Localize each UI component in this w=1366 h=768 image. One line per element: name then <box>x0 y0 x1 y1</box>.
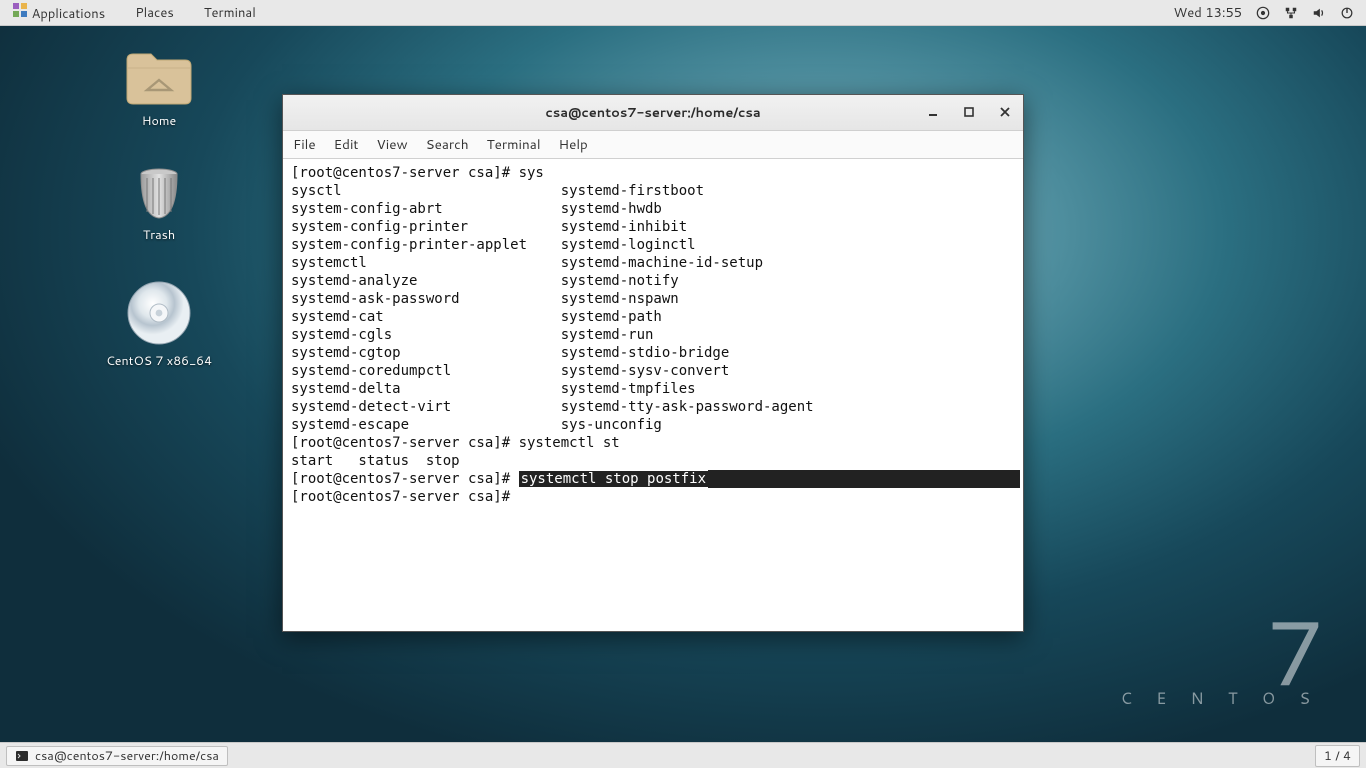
window-titlebar[interactable]: csa@centos7-server:/home/csa <box>283 95 1023 131</box>
centos-word: C E N T O S <box>1121 687 1320 710</box>
accessibility-icon[interactable] <box>1256 6 1270 20</box>
home-label: Home <box>142 112 176 130</box>
taskbar-terminal-label: csa@centos7-server:/home/csa <box>35 747 219 765</box>
trash-desktop-icon[interactable]: Trash <box>74 166 244 244</box>
home-desktop-icon[interactable]: Home <box>74 50 244 130</box>
places-menu[interactable]: Places <box>129 2 180 24</box>
bottom-panel: csa@centos7-server:/home/csa 1 / 4 <box>0 742 1366 768</box>
disc-label: CentOS 7 x86_64 <box>106 352 212 370</box>
menu-search[interactable]: Search <box>426 135 469 154</box>
desktop-icons: Home Trash CentOS 7 x86_64 <box>74 50 244 406</box>
workspace-indicator[interactable]: 1 / 4 <box>1315 745 1360 767</box>
menu-file[interactable]: File <box>293 135 316 154</box>
folder-home-icon <box>125 50 193 106</box>
terminal-menubar: File Edit View Search Terminal Help <box>283 131 1023 159</box>
taskbar-terminal-button[interactable]: csa@centos7-server:/home/csa <box>6 746 228 766</box>
clock[interactable]: Wed 13:55 <box>1174 4 1242 22</box>
trash-icon <box>135 166 183 220</box>
terminal-output[interactable]: [root@centos7-server csa]# sys sysctl sy… <box>283 159 1023 631</box>
network-icon[interactable] <box>1284 6 1298 20</box>
centos-seven: 7 <box>1121 620 1320 683</box>
centos-mini-icon <box>12 2 28 18</box>
close-button[interactable] <box>993 101 1017 123</box>
top-panel: Applications Places Terminal Wed 13:55 <box>0 0 1366 26</box>
disc-icon <box>126 280 192 346</box>
window-title: csa@centos7-server:/home/csa <box>283 104 1023 122</box>
menu-edit[interactable]: Edit <box>334 135 359 154</box>
terminal-window[interactable]: csa@centos7-server:/home/csa File Edit V… <box>282 94 1024 632</box>
power-icon[interactable] <box>1340 6 1354 20</box>
centos-logo: 7 C E N T O S <box>1121 620 1320 710</box>
terminal-menu[interactable]: Terminal <box>198 2 262 24</box>
minimize-button[interactable] <box>921 101 945 123</box>
trash-label: Trash <box>143 226 175 244</box>
menu-help[interactable]: Help <box>559 135 588 154</box>
applications-menu[interactable]: Applications <box>6 0 111 25</box>
menu-view[interactable]: View <box>377 135 408 154</box>
applications-label: Applications <box>32 5 106 23</box>
volume-icon[interactable] <box>1312 6 1326 20</box>
terminal-task-icon <box>15 749 29 763</box>
maximize-button[interactable] <box>957 101 981 123</box>
disc-desktop-icon[interactable]: CentOS 7 x86_64 <box>74 280 244 370</box>
menu-terminal[interactable]: Terminal <box>487 135 541 154</box>
